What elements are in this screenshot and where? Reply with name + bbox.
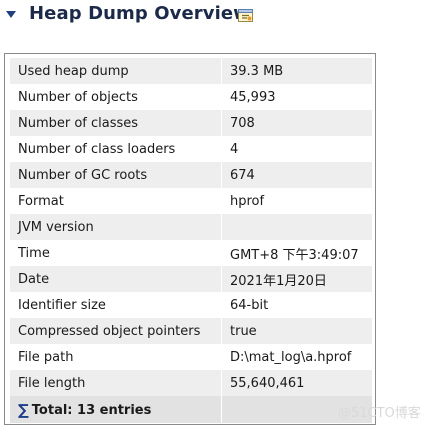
overview-table: Used heap dump 39.3 MB Number of objects 45… [10,58,372,423]
property-value-cell: 708 [221,110,372,136]
table-row[interactable]: File path D:\mat_log\a.hprof [10,344,372,370]
property-name-cell: Format [10,188,222,214]
table-row[interactable]: Number of objects 45,993 [10,84,372,110]
table-row[interactable]: Number of class loaders 4 [10,136,372,162]
property-value-cell: 64-bit [221,292,372,318]
property-value-cell [221,214,372,240]
property-name-cell: JVM version [10,214,222,240]
section-title: Heap Dump Overview [29,3,250,24]
help-icon[interactable] [237,8,254,23]
summary-row[interactable]: ∑ Total: 13 entries [10,396,372,423]
property-value-cell: GMT+8 下午3:49:07 [221,240,372,266]
property-name-cell: File path [10,344,222,370]
property-value-cell: 2021年1月20日 [221,266,372,292]
property-name-cell: Time [10,240,222,266]
table-row[interactable]: JVM version [10,214,372,240]
table-row[interactable]: File length 55,640,461 [10,370,372,396]
table-row[interactable]: Number of GC roots 674 [10,162,372,188]
property-name-cell: Number of classes [10,110,222,136]
summary-cell: ∑ Total: 13 entries [10,396,222,423]
table-row[interactable]: Format hprof [10,188,372,214]
table-row[interactable]: Compressed object pointers true [10,318,372,344]
overview-table-frame: Used heap dump 39.3 MB Number of objects 45… [4,53,376,425]
property-value-cell: true [221,318,372,344]
table-row[interactable]: Used heap dump 39.3 MB [10,58,372,84]
property-value-cell: 45,993 [221,84,372,110]
property-name-cell: Used heap dump [10,58,222,84]
property-name-cell: Identifier size [10,292,222,318]
sum-sigma-icon: ∑ [18,400,29,419]
table-row[interactable]: Time GMT+8 下午3:49:07 [10,240,372,266]
watermark: @51CTO博客 [338,406,421,421]
property-value-cell: 674 [221,162,372,188]
property-name-cell: Number of GC roots [10,162,222,188]
property-value-cell: 39.3 MB [221,58,372,84]
property-name-cell: File length [10,370,222,396]
property-name-cell: Number of class loaders [10,136,222,162]
table-row[interactable]: Date 2021年1月20日 [10,266,372,292]
summary-label: Total: 13 entries [31,402,152,418]
property-name-cell: Date [10,266,222,292]
section-header: Heap Dump Overview [0,0,446,34]
property-value-cell: D:\mat_log\a.hprof [221,344,372,370]
property-value-cell: 55,640,461 [221,370,372,396]
property-name-cell: Compressed object pointers [10,318,222,344]
collapse-twisty-icon[interactable] [6,11,16,18]
property-value-cell: hprof [221,188,372,214]
property-name-cell: Number of objects [10,84,222,110]
table-row[interactable]: Identifier size 64-bit [10,292,372,318]
property-value-cell: 4 [221,136,372,162]
table-row[interactable]: Number of classes 708 [10,110,372,136]
